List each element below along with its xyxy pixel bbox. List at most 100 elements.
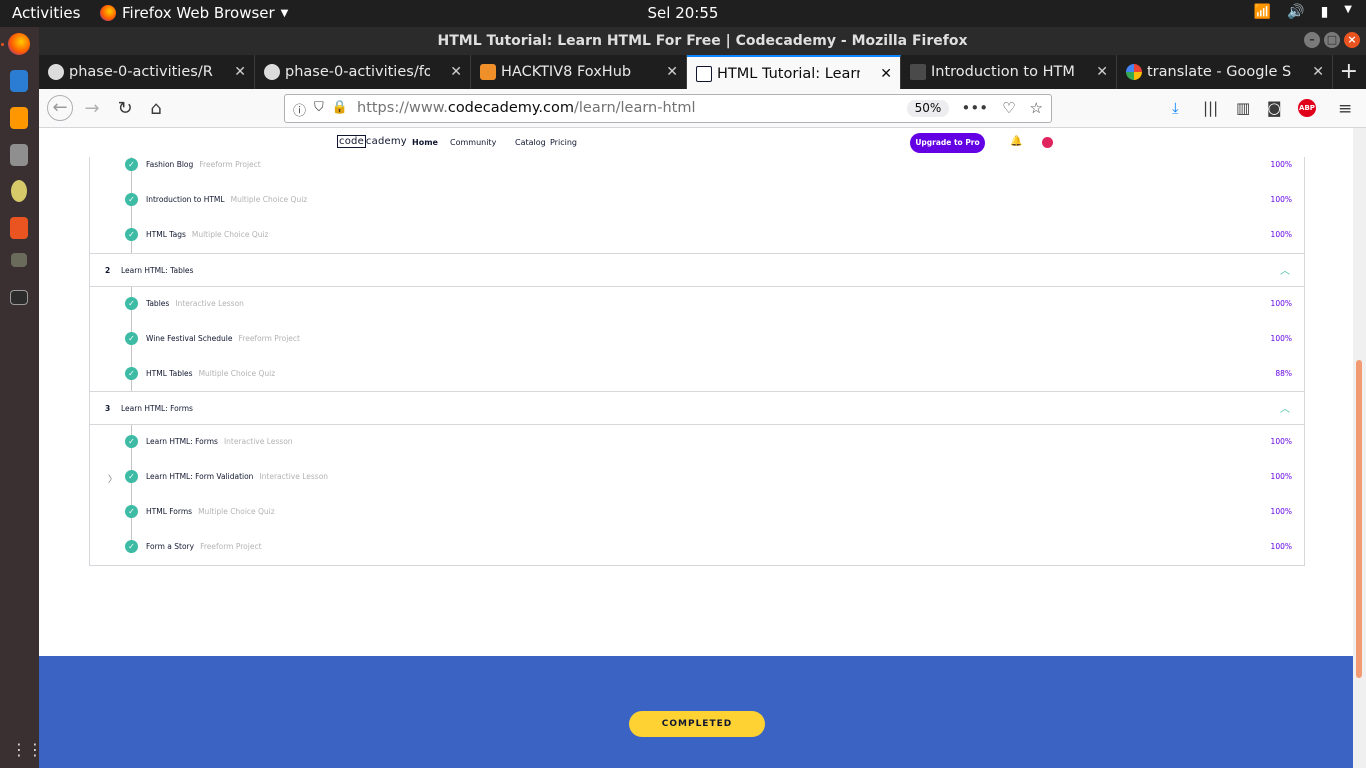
nav-home[interactable]: Home [412, 138, 438, 147]
page-viewport: code cademy Home Community Catalog Pricin… [39, 128, 1353, 768]
close-tab-icon[interactable]: ✕ [450, 55, 462, 89]
check-icon: ✓ [125, 158, 138, 171]
tab-github-fox[interactable]: phase-0-activities/fox-H ✕ [255, 55, 471, 89]
fox-icon [480, 64, 496, 80]
check-icon: ✓ [125, 367, 138, 380]
bookmark-star-icon[interactable]: ☆ [1030, 99, 1043, 117]
app-menu-label: Firefox Web Browser [122, 4, 275, 22]
gimp-icon[interactable] [11, 253, 27, 267]
vscode-icon[interactable] [10, 70, 28, 92]
software-center-icon[interactable] [10, 217, 28, 239]
clock[interactable]: Sel 20:55 [648, 4, 719, 22]
pocket-icon[interactable]: ♡ [1002, 99, 1015, 117]
chevron-down-icon[interactable]: ▼ [1344, 4, 1352, 20]
battery-icon[interactable]: ▮ [1321, 4, 1329, 20]
lesson-progress: 100% [1270, 542, 1292, 551]
check-icon: ✓ [125, 540, 138, 553]
lesson-progress: 100% [1270, 230, 1292, 239]
github-icon [48, 64, 64, 80]
chevron-up-icon[interactable]: ︿ [1280, 400, 1290, 415]
library-icon[interactable]: ||| [1203, 99, 1218, 117]
wifi-icon[interactable]: 📶 [1254, 4, 1271, 20]
codecademy-logo[interactable]: code cademy [337, 135, 407, 148]
reload-button[interactable]: ↻ [113, 97, 137, 121]
forward-button[interactable]: → [80, 97, 104, 121]
tab-foxhub[interactable]: HACKTIV8 FoxHub ✕ [471, 55, 687, 89]
tab-google-translate[interactable]: translate - Google Sear ✕ [1117, 55, 1333, 89]
unit-title: Learn HTML: Forms [121, 404, 193, 413]
lock-icon[interactable]: 🔒 [332, 100, 348, 119]
home-icon[interactable]: ⌂ [144, 97, 168, 121]
lesson-row[interactable]: ✓ Learn HTML: Forms Interactive Lesson 10… [90, 432, 1304, 452]
page-actions-icon[interactable]: ••• [962, 99, 989, 117]
window-title: HTML Tutorial: Learn HTML For Free | Cod… [437, 33, 968, 49]
lesson-row[interactable]: ✓ Wine Festival Schedule Freeform Project… [90, 329, 1304, 349]
tab-html-tutorial[interactable]: HTML Tutorial: Learn H ✕ [687, 55, 901, 89]
navigation-toolbar: ← → ↻ ⌂ ⓘ ⛉ 🔒 https://www.codecademy.com… [39, 89, 1366, 128]
lesson-row[interactable]: 〉 ✓ Learn HTML: Form Validation Interacti… [90, 467, 1304, 487]
back-button[interactable]: ← [47, 95, 73, 121]
close-window-button[interactable]: × [1344, 32, 1360, 48]
lesson-row[interactable]: ✓ HTML Tags Multiple Choice Quiz 100% [90, 225, 1304, 245]
tab-github-readme[interactable]: phase-0-activities/REAI ✕ [39, 55, 255, 89]
close-tab-icon[interactable]: ✕ [1096, 55, 1108, 89]
shield-icon[interactable]: ⛉ [314, 100, 324, 119]
github-icon [264, 64, 280, 80]
tab-bar: phase-0-activities/REAI ✕ phase-0-activi… [39, 55, 1366, 89]
lesson-row[interactable]: ✓ HTML Forms Multiple Choice Quiz 100% [90, 502, 1304, 522]
unit-header[interactable]: 2 Learn HTML: Tables ︿ [90, 253, 1304, 287]
sublime-text-icon[interactable] [10, 107, 28, 129]
maximize-button[interactable]: □ [1324, 32, 1340, 48]
adblock-plus-icon[interactable]: ABP [1298, 99, 1316, 117]
close-tab-icon[interactable]: ✕ [1312, 55, 1324, 89]
info-icon[interactable]: ⓘ [293, 100, 306, 119]
lesson-row[interactable]: ✓ Tables Interactive Lesson 100% [90, 294, 1304, 314]
files-icon[interactable] [10, 144, 28, 166]
nav-catalog[interactable]: Catalog [515, 138, 546, 147]
system-tray[interactable]: 📶 🔊 ▮ ▼ [1254, 4, 1352, 20]
codecademy-icon [696, 66, 712, 82]
new-tab-button[interactable]: + [1340, 59, 1358, 84]
close-tab-icon[interactable]: ✕ [880, 57, 892, 89]
nav-community[interactable]: Community [450, 138, 496, 147]
bell-icon[interactable]: 🔔 [1010, 136, 1022, 147]
lesson-row[interactable]: ✓ Fashion Blog Freeform Project 100% [90, 155, 1304, 175]
lesson-row[interactable]: ✓ Introduction to HTML Multiple Choice Qu… [90, 190, 1304, 210]
disk-icon[interactable] [11, 180, 27, 202]
completed-button[interactable]: COMPLETED [629, 711, 765, 737]
url-bar[interactable]: ⓘ ⛉ 🔒 https://www.codecademy.com/learn/l… [284, 94, 1052, 123]
google-icon [1126, 64, 1142, 80]
nav-pricing[interactable]: Pricing [550, 138, 577, 147]
app-menu[interactable]: Firefox Web Browser ▼ [100, 4, 288, 22]
page-scrollbar[interactable] [1353, 128, 1366, 768]
download-icon[interactable]: ⤓ [1172, 99, 1179, 117]
activities-button[interactable]: Activities [12, 4, 80, 22]
volume-icon[interactable]: 🔊 [1287, 4, 1304, 20]
close-tab-icon[interactable]: ✕ [666, 55, 678, 89]
hamburger-menu-icon[interactable]: ≡ [1338, 99, 1352, 119]
avatar[interactable] [1042, 137, 1053, 148]
screenshot-icon[interactable]: ◙ [1267, 99, 1282, 117]
terminal-icon[interactable] [10, 290, 28, 305]
sidebar-icon[interactable]: ▥ [1236, 99, 1250, 117]
zoom-level-button[interactable]: 50% [907, 100, 949, 117]
scrollbar-thumb[interactable] [1356, 360, 1362, 678]
lesson-progress: 100% [1270, 299, 1292, 308]
chevron-right-icon[interactable]: 〉 [108, 472, 117, 485]
lesson-row[interactable]: ✓ HTML Tables Multiple Choice Quiz 88% [90, 364, 1304, 384]
chevron-down-icon: ▼ [280, 7, 289, 19]
system-top-bar: Activities Firefox Web Browser ▼ Sel 20:… [0, 0, 1366, 27]
unit-header[interactable]: 3 Learn HTML: Forms ︿ [90, 391, 1304, 425]
tab-label: phase-0-activities/fox-H [285, 64, 430, 80]
lesson-row[interactable]: ✓ Form a Story Freeform Project 100% [90, 537, 1304, 557]
tab-intro-html[interactable]: Introduction to HTML | ✕ [901, 55, 1117, 89]
tab-label: Introduction to HTML | [931, 64, 1076, 80]
url-text[interactable]: https://www.codecademy.com/learn/learn-h… [357, 100, 696, 116]
upgrade-to-pro-button[interactable]: Upgrade to Pro [910, 133, 985, 153]
close-tab-icon[interactable]: ✕ [234, 55, 246, 89]
chevron-up-icon[interactable]: ︿ [1280, 262, 1290, 277]
tab-label: translate - Google Sear [1147, 64, 1292, 80]
firefox-icon [100, 5, 116, 21]
minimize-button[interactable]: – [1304, 32, 1320, 48]
firefox-icon[interactable] [8, 33, 30, 55]
